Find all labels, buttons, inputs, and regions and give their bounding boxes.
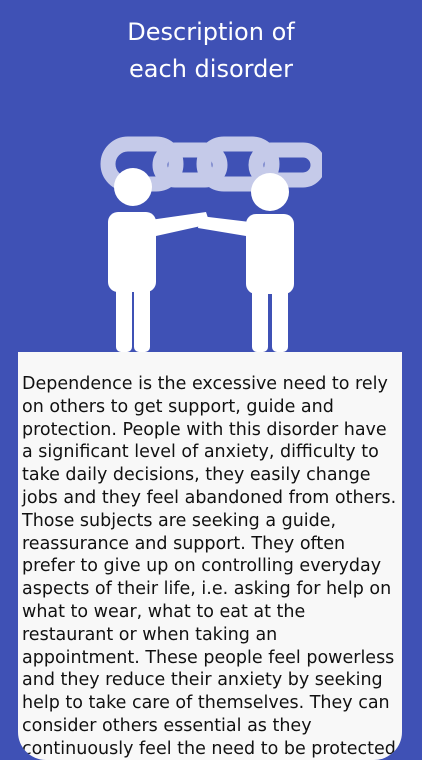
title-line-1: Description of (127, 18, 295, 46)
page-title: Description of each disorder (0, 14, 422, 88)
title-line-2: each disorder (129, 55, 293, 83)
description-text: Dependence is the excessive need to rely… (22, 374, 397, 759)
person-right-icon (198, 173, 294, 352)
description-card[interactable]: Dependence is the excessive need to rely… (18, 352, 402, 760)
person-left-icon (108, 168, 210, 352)
dependence-icon (100, 132, 326, 354)
